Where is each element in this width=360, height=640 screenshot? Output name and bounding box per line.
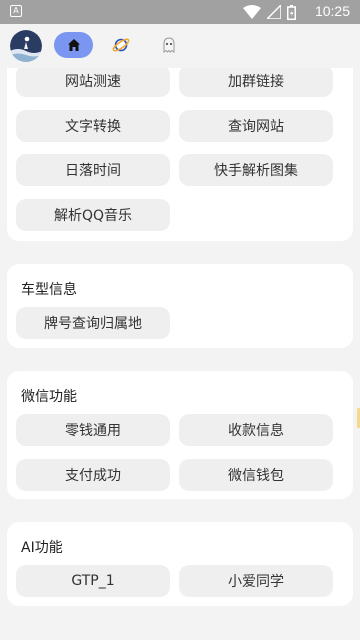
wechat-card: 微信功能 零钱通用 收款信息 支付成功 微信钱包 [7, 371, 353, 499]
tab-home[interactable] [54, 32, 93, 58]
avatar[interactable] [10, 30, 42, 62]
planet-icon [112, 38, 130, 52]
ai-title: AI功能 [21, 540, 63, 556]
app-notification-icon: A [10, 5, 22, 17]
ghost-icon [163, 37, 175, 53]
ai-button[interactable]: 小爱同学 [179, 565, 333, 597]
tool-button[interactable]: 查询网站 [179, 110, 333, 142]
ai-card: AI功能 GTP_1 小爱同学 [7, 522, 353, 606]
system-icons [243, 4, 296, 20]
tool-button[interactable]: 解析QQ音乐 [16, 199, 170, 231]
wechat-button[interactable]: 零钱通用 [16, 414, 170, 446]
tool-button[interactable]: 加群链接 [179, 68, 333, 97]
wechat-button[interactable]: 微信钱包 [179, 459, 333, 491]
tab-profile[interactable] [150, 32, 188, 58]
wifi-icon [243, 5, 261, 19]
content-scroll-area[interactable]: 网站测速 加群链接 文字转换 查询网站 日落时间 快手解析图集 解析QQ音乐 车… [0, 68, 360, 640]
avatar-image [10, 30, 42, 62]
wechat-button[interactable]: 支付成功 [16, 459, 170, 491]
wechat-button[interactable]: 收款信息 [179, 414, 333, 446]
tool-button[interactable]: 日落时间 [16, 154, 170, 186]
tab-discover[interactable] [102, 32, 140, 58]
top-navigation [0, 24, 360, 68]
wechat-title: 微信功能 [21, 389, 77, 405]
home-icon [67, 39, 80, 51]
tool-button[interactable]: 网站测速 [16, 68, 170, 97]
ai-button[interactable]: GTP_1 [16, 565, 170, 597]
tools-card: 网站测速 加群链接 文字转换 查询网站 日落时间 快手解析图集 解析QQ音乐 [7, 68, 353, 241]
status-bar: A 10:25 [0, 0, 360, 24]
car-info-title: 车型信息 [21, 282, 77, 298]
cellular-signal-icon [267, 5, 281, 19]
battery-icon [287, 4, 296, 20]
tool-button[interactable]: 文字转换 [16, 110, 170, 142]
tool-button[interactable]: 快手解析图集 [179, 154, 333, 186]
car-info-card: 车型信息 牌号查询归属地 [7, 264, 353, 348]
clock: 10:25 [314, 3, 350, 19]
plate-lookup-button[interactable]: 牌号查询归属地 [16, 307, 170, 339]
